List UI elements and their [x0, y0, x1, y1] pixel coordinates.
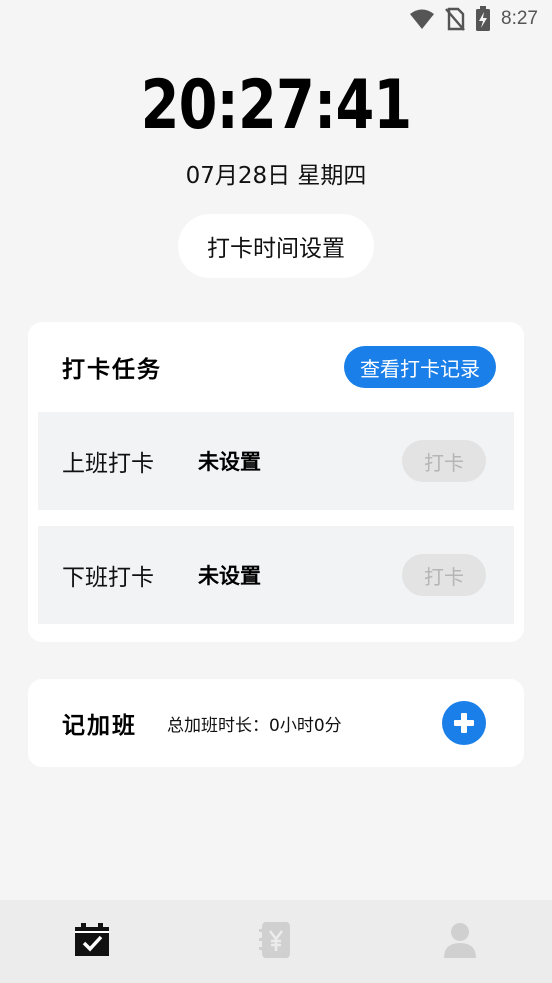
- yen-document-icon: [259, 921, 293, 963]
- user-icon: [443, 922, 477, 962]
- clock-date: 07月28日 星期四: [185, 163, 367, 189]
- bottom-nav: [0, 900, 552, 983]
- wifi-icon: [409, 8, 435, 30]
- task-status: 未设置: [198, 564, 261, 588]
- task-name: 下班打卡: [62, 565, 154, 591]
- task-card-title: 打卡任务: [62, 357, 162, 383]
- clock-time: 20:27:41: [140, 66, 413, 145]
- status-bar: 8:27: [0, 0, 552, 38]
- calendar-check-icon: [74, 922, 110, 961]
- clock-in-button[interactable]: 打卡: [402, 440, 486, 482]
- screen: 8:27 20:27:41 07月28日 星期四 打卡时间设置 打卡任务 查看打…: [0, 0, 552, 983]
- task-name: 上班打卡: [62, 451, 154, 477]
- clock-in-time-settings-button[interactable]: 打卡时间设置: [178, 214, 374, 278]
- no-sim-icon: [445, 7, 465, 31]
- clock-in-task-card: 打卡任务 查看打卡记录 上班打卡 未设置 打卡 下班打卡 未设置 打卡: [28, 322, 524, 642]
- task-status: 未设置: [198, 450, 261, 474]
- nav-item-salary[interactable]: [216, 900, 336, 983]
- task-row-clock-in: 上班打卡 未设置 打卡: [38, 412, 514, 510]
- task-card-header: 打卡任务 查看打卡记录: [28, 346, 524, 388]
- nav-item-clock-in[interactable]: [32, 900, 152, 983]
- plus-circle-icon[interactable]: [442, 701, 486, 745]
- overtime-card: 记加班 总加班时长：0小时0分: [28, 679, 524, 767]
- overtime-title: 记加班: [62, 713, 137, 739]
- clock-out-button[interactable]: 打卡: [402, 554, 486, 596]
- view-records-button[interactable]: 查看打卡记录: [344, 346, 496, 388]
- nav-item-profile[interactable]: [400, 900, 520, 983]
- overtime-total: 总加班时长：0小时0分: [167, 715, 342, 736]
- battery-charging-icon: [475, 6, 491, 32]
- status-time: 8:27: [501, 8, 538, 29]
- task-row-clock-out: 下班打卡 未设置 打卡: [38, 526, 514, 624]
